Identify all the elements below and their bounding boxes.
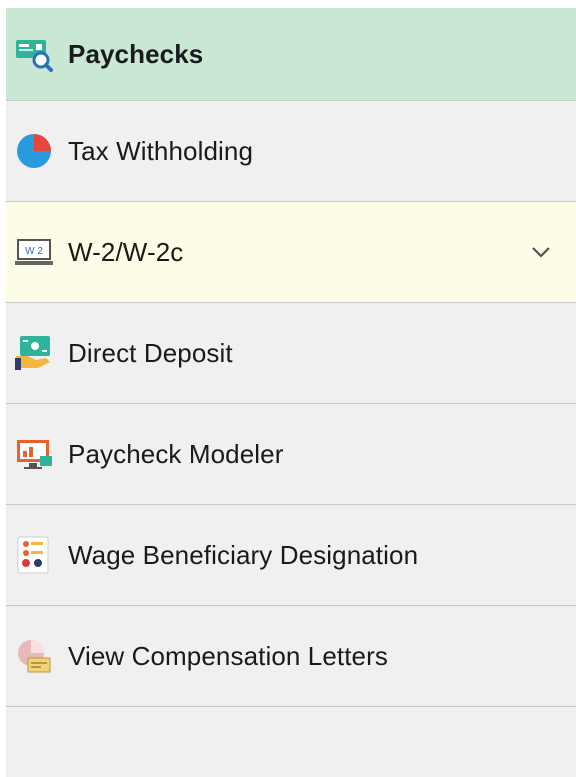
svg-text:W 2: W 2 <box>25 246 43 257</box>
sidebar-nav: Paychecks Tax Withholding W 2 W-2/W-2c D… <box>6 8 576 777</box>
monitor-chart-icon <box>14 434 54 474</box>
sidebar-item-paycheck-modeler[interactable]: Paycheck Modeler <box>6 404 576 505</box>
sidebar-item-label: Tax Withholding <box>68 135 254 166</box>
compensation-letters-icon <box>14 636 54 676</box>
beneficiary-icon <box>14 535 54 575</box>
sidebar-item-label: View Compensation Letters <box>68 640 388 671</box>
sidebar-item-direct-deposit[interactable]: Direct Deposit <box>6 303 576 404</box>
sidebar-item-paychecks[interactable]: Paychecks <box>6 8 576 101</box>
sidebar-item-label: Paychecks <box>68 38 204 69</box>
sidebar-item-wage-beneficiary[interactable]: Wage Beneficiary Designation <box>6 505 576 606</box>
sidebar-item-w2[interactable]: W 2 W-2/W-2c <box>6 202 576 303</box>
sidebar-item-label: Paycheck Modeler <box>68 438 284 469</box>
sidebar-item-compensation-letters[interactable]: View Compensation Letters <box>6 606 576 707</box>
direct-deposit-icon <box>14 333 54 373</box>
sidebar-empty-space <box>6 707 576 777</box>
chevron-down-icon[interactable] <box>530 241 552 263</box>
w2-form-icon: W 2 <box>14 232 54 272</box>
sidebar-item-label: W-2/W-2c <box>68 236 184 267</box>
sidebar-item-label: Direct Deposit <box>68 337 233 368</box>
sidebar-item-label: Wage Beneficiary Designation <box>68 539 419 570</box>
sidebar-item-tax-withholding[interactable]: Tax Withholding <box>6 101 576 202</box>
paycheck-search-icon <box>14 34 54 74</box>
pie-chart-icon <box>14 131 54 171</box>
